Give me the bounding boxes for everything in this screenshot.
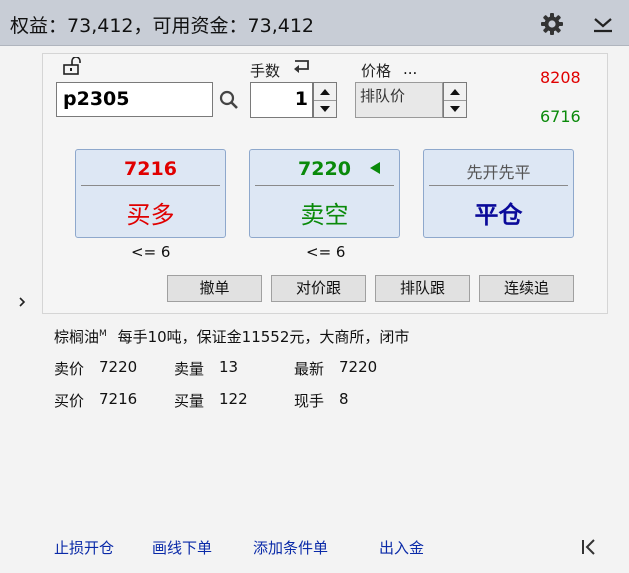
- price-mode-field[interactable]: 排队价: [355, 82, 443, 118]
- equity-label: 权益：: [10, 15, 68, 37]
- sell-short-label: 卖空: [300, 201, 349, 229]
- bid-price-value: 7216: [99, 390, 138, 408]
- add-conditional-order-link[interactable]: 添加条件单: [253, 537, 328, 558]
- buy-long-label: 买多: [126, 201, 175, 229]
- contract-info-line: 棕榈油M 每手10吨，保证金11552元，大商所，闭市: [54, 326, 409, 347]
- quantity-label: 手数: [250, 62, 281, 80]
- last-price-value: 7220: [339, 358, 378, 376]
- available-label: ，可用资金：: [133, 15, 248, 37]
- bid-price: 7216: [124, 158, 177, 180]
- chevron-right-icon[interactable]: [17, 296, 27, 308]
- quantity-increase-button[interactable]: [314, 83, 336, 100]
- contract-code-input[interactable]: p2305: [56, 82, 213, 117]
- equity-value: 73,412: [67, 15, 134, 37]
- close-position-button[interactable]: 先开先平 平仓: [423, 149, 574, 238]
- available-value: 73,412: [247, 15, 314, 37]
- contract-suffix: M: [99, 329, 107, 339]
- ask-price-value: 7220: [99, 358, 138, 376]
- last-price-label: 最新: [294, 360, 325, 378]
- bid-volume-value: 122: [219, 390, 248, 408]
- arrow-down-icon: [320, 106, 330, 112]
- price-stepper[interactable]: [443, 82, 467, 118]
- sell-max-quantity: <= 6: [306, 243, 346, 261]
- ask-volume-label: 卖量: [174, 360, 205, 378]
- quantity-stepper[interactable]: [313, 82, 337, 118]
- account-header: 权益：73,412，可用资金：73,412: [0, 0, 629, 46]
- quantity-input[interactable]: 1: [250, 82, 313, 118]
- divider: [429, 185, 568, 186]
- arrow-up-icon: [450, 88, 460, 95]
- cancel-order-button[interactable]: 撤单: [167, 275, 262, 302]
- buy-long-button[interactable]: 7216 买多: [75, 149, 226, 238]
- continuous-chase-button[interactable]: 连续追: [479, 275, 574, 302]
- gear-icon[interactable]: [540, 12, 564, 36]
- upper-limit-price: 8208: [540, 68, 581, 87]
- price-increase-button[interactable]: [444, 83, 466, 100]
- current-volume-value: 8: [339, 390, 349, 408]
- follow-opposite-price-button[interactable]: 对价跟: [271, 275, 366, 302]
- triangle-left-icon: [370, 162, 380, 174]
- deposit-withdraw-link[interactable]: 出入金: [379, 537, 424, 558]
- buy-max-quantity: <= 6: [131, 243, 171, 261]
- price-decrease-button[interactable]: [444, 100, 466, 117]
- follow-queue-price-button[interactable]: 排队跟: [375, 275, 470, 302]
- sell-short-button[interactable]: 7220 卖空: [249, 149, 400, 238]
- contract-details: 每手10吨，保证金11552元，大商所，闭市: [117, 328, 410, 346]
- ask-price-label: 卖价: [54, 360, 85, 378]
- bid-volume-label: 买量: [174, 392, 205, 410]
- draw-line-order-link[interactable]: 画线下单: [152, 537, 212, 558]
- return-icon[interactable]: [291, 58, 313, 76]
- current-volume-label: 现手: [294, 392, 325, 410]
- divider: [255, 185, 394, 186]
- lower-limit-price: 6716: [540, 107, 581, 126]
- contract-name: 棕榈油: [54, 328, 100, 346]
- close-position-label: 平仓: [474, 200, 523, 229]
- divider: [81, 185, 220, 186]
- unlock-icon[interactable]: [62, 57, 82, 75]
- collapse-left-icon[interactable]: [580, 538, 598, 556]
- quantity-decrease-button[interactable]: [314, 100, 336, 117]
- close-mode-label: 先开先平: [466, 163, 531, 182]
- search-icon[interactable]: [218, 89, 240, 111]
- ask-volume-value: 13: [219, 358, 239, 376]
- chevron-down-icon[interactable]: [592, 12, 614, 34]
- price-more-button[interactable]: ...: [403, 60, 417, 78]
- arrow-down-icon: [450, 106, 460, 112]
- price-label: 价格: [361, 62, 392, 80]
- bid-price-label: 买价: [54, 392, 85, 410]
- arrow-up-icon: [320, 88, 330, 95]
- stop-loss-open-link[interactable]: 止损开仓: [54, 537, 114, 558]
- account-summary: 权益：73,412，可用资金：73,412: [10, 11, 314, 38]
